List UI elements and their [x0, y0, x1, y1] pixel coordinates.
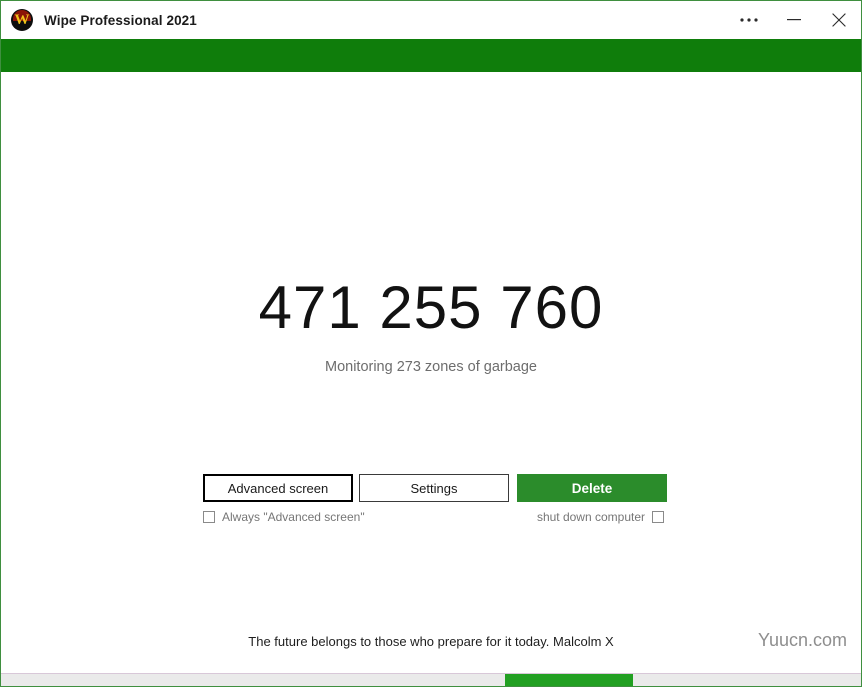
always-advanced-screen-option[interactable]: Always "Advanced screen" — [203, 510, 365, 524]
settings-button[interactable]: Settings — [359, 474, 509, 502]
main-content: 471 255 760 Monitoring 273 zones of garb… — [1, 72, 861, 673]
counter-block: 471 255 760 Monitoring 273 zones of garb… — [1, 274, 861, 376]
progress-segment — [505, 674, 633, 686]
close-icon[interactable] — [816, 1, 861, 39]
application-window: W Wipe Professional 2021 471 255 760 Mon… — [0, 0, 862, 687]
window-title: Wipe Professional 2021 — [44, 12, 197, 28]
wipe-logo-letter: W — [14, 12, 30, 28]
window-controls — [726, 1, 861, 39]
garbage-counter: 471 255 760 — [258, 274, 604, 341]
always-advanced-screen-checkbox[interactable] — [203, 511, 215, 523]
delete-button[interactable]: Delete — [517, 474, 667, 502]
watermark: Yuucn.com — [757, 630, 847, 650]
options-row: Always "Advanced screen" shut down compu… — [203, 510, 664, 524]
status-bar — [1, 673, 861, 686]
monitoring-status-text: Monitoring 273 zones of garbage — [324, 359, 537, 375]
footer-quote: The future belongs to those who prepare … — [248, 634, 614, 649]
advanced-screen-button[interactable]: Advanced screen — [203, 474, 353, 502]
title-bar: W Wipe Professional 2021 — [1, 1, 861, 39]
more-options-icon[interactable] — [726, 1, 771, 39]
shut-down-computer-label: shut down computer — [536, 510, 645, 524]
shut-down-computer-option[interactable]: shut down computer — [537, 510, 664, 524]
shut-down-computer-checkbox[interactable] — [652, 511, 664, 523]
header-band — [1, 39, 861, 72]
wipe-logo-icon: W — [11, 9, 33, 31]
minimize-icon[interactable] — [771, 1, 816, 39]
always-advanced-screen-label: Always "Advanced screen" — [222, 510, 365, 524]
action-buttons-row: Advanced screen Settings Delete — [203, 474, 667, 502]
